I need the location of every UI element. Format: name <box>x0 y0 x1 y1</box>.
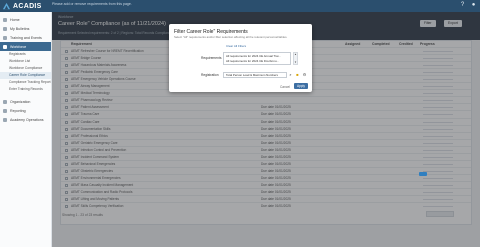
sidebar-item-label: Reporting <box>10 108 26 113</box>
sidebar-item-reporting[interactable]: Reporting <box>0 106 51 115</box>
user-icon[interactable]: ● <box>470 2 477 9</box>
sidebar-item-label: Training and Events <box>10 35 42 40</box>
sidebar: Home My Bulletins Training and Events Wo… <box>0 12 52 247</box>
sidebar-item-bulletins[interactable]: My Bulletins <box>0 24 51 33</box>
filter-modal: Filter Career Role" Requirements Select … <box>169 24 312 92</box>
apply-button[interactable]: Apply <box>294 83 308 89</box>
progress-indicator <box>419 172 427 176</box>
sidebar-item-label: Academy Operations <box>10 117 44 122</box>
chart-icon <box>3 108 7 113</box>
sidebar-sub-tracking-report[interactable]: Compliance Tracking Report <box>0 79 51 86</box>
gear-icon[interactable]: ⚙ <box>302 72 307 78</box>
sidebar-sub-workforce-compliance[interactable]: Workforce Compliance <box>0 65 51 72</box>
sidebar-item-label: My Bulletins <box>10 26 30 31</box>
people-icon <box>3 44 7 49</box>
gear-icon <box>3 117 7 122</box>
requirements-multiselect[interactable]: All requirements for 2024 CE Annual Trai… <box>223 52 291 65</box>
sidebar-item-home[interactable]: Home <box>0 15 51 24</box>
logo-icon <box>2 2 11 9</box>
scroll-down-icon[interactable]: ▾ <box>294 61 297 64</box>
registration-value: Total Person Load & Maximum Numbers <box>226 73 278 77</box>
search-icon[interactable]: ⌕ <box>288 72 293 78</box>
registration-label: Registration <box>201 73 219 77</box>
clear-filters-link[interactable]: Clear All Filters <box>226 44 246 48</box>
acadis-logo[interactable]: ACADIS <box>2 1 42 11</box>
sidebar-sub-workforce-list[interactable]: Workforce List <box>0 58 51 65</box>
requirements-label: Requirements <box>201 56 222 60</box>
logo-text: ACADIS <box>13 2 42 10</box>
sidebar-item-label: Organization <box>10 99 31 104</box>
requirements-scrollbar[interactable]: ▴ ▾ <box>293 52 298 65</box>
sidebar-item-organization[interactable]: Organization <box>0 97 51 106</box>
sidebar-item-label: Home <box>10 17 20 22</box>
sidebar-item-training[interactable]: Training and Events <box>0 33 51 42</box>
requirement-option[interactable]: All requirements for 2024 CE Annual Trai… <box>226 54 281 58</box>
calendar-icon <box>3 35 7 40</box>
cancel-button[interactable]: Cancel <box>280 85 290 89</box>
sidebar-item-label: Workforce <box>10 44 27 49</box>
topbar-message: Please add or remove requirements from t… <box>52 2 132 6</box>
sidebar-sub-career-role-compliance[interactable]: Career Role Compliance <box>0 72 51 79</box>
bulletin-icon <box>3 26 7 31</box>
sidebar-item-academy[interactable]: Academy Operations <box>0 115 51 124</box>
building-icon <box>3 99 7 104</box>
registration-select[interactable]: Total Person Load & Maximum Numbers <box>223 72 287 78</box>
modal-subtitle: Select "All" requirements and/or filter … <box>174 35 288 39</box>
lock-icon[interactable]: ■ <box>295 72 300 78</box>
sidebar-sub-registrants[interactable]: Registrants <box>0 51 51 58</box>
question-icon[interactable]: ? <box>459 2 466 9</box>
home-icon <box>3 17 7 22</box>
requirement-option[interactable]: All requirements for 2024 CE Fire/Annu..… <box>226 59 279 63</box>
sidebar-item-workforce[interactable]: Workforce <box>0 42 51 51</box>
sidebar-sub-training-records[interactable]: Enter Training Records <box>0 86 51 93</box>
scroll-up-icon[interactable]: ▴ <box>294 53 297 56</box>
top-bar: ACADIS Please add or remove requirements… <box>0 0 480 12</box>
